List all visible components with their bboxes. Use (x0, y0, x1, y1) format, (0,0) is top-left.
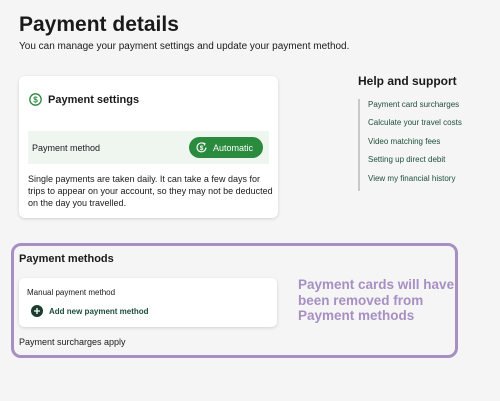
payment-settings-header: $ Payment settings (29, 93, 139, 106)
automatic-payment-icon: $ (196, 142, 207, 153)
payment-settings-title: Payment settings (48, 93, 140, 106)
svg-text:$: $ (200, 145, 204, 152)
add-payment-method-button[interactable]: Add new payment method (31, 305, 149, 317)
payment-settings-description: Single payments are taken daily. It can … (28, 174, 273, 208)
dollar-circle-icon: $ (29, 93, 42, 106)
payment-surcharges-note: Payment surcharges apply (19, 337, 126, 347)
help-link-travel-costs[interactable]: Calculate your travel costs (368, 117, 488, 135)
payment-method-row: Payment method $ Automatic (28, 131, 269, 164)
page-title: Payment details (19, 13, 179, 36)
payment-methods-title: Payment methods (19, 253, 114, 265)
help-link-direct-debit[interactable]: Setting up direct debit (368, 154, 488, 172)
svg-text:$: $ (33, 95, 38, 104)
automatic-payment-label: Automatic (212, 142, 253, 153)
help-link-card-surcharges[interactable]: Payment card surcharges (368, 99, 488, 117)
manual-payment-method-card: Manual payment method Add new payment me… (19, 278, 277, 327)
help-links-list: Payment card surcharges Calculate your t… (358, 99, 488, 191)
manual-payment-method-label: Manual payment method (27, 288, 116, 297)
automatic-payment-button[interactable]: $ Automatic (188, 137, 263, 158)
payment-settings-card: $ Payment settings Payment method $ Auto… (19, 76, 278, 218)
help-and-support: Help and support Payment card surcharges… (358, 74, 462, 191)
page-subtitle: You can manage your payment settings and… (19, 41, 350, 52)
add-payment-method-label: Add new payment method (49, 306, 149, 316)
annotation-callout: Payment cards will have been removed fro… (298, 277, 455, 323)
help-link-financial-history[interactable]: View my financial history (368, 173, 488, 191)
help-title: Help and support (358, 74, 457, 88)
payment-method-label: Payment method (32, 142, 101, 153)
help-link-video-matching-fees[interactable]: Video matching fees (368, 136, 488, 154)
plus-circle-icon (31, 305, 43, 317)
